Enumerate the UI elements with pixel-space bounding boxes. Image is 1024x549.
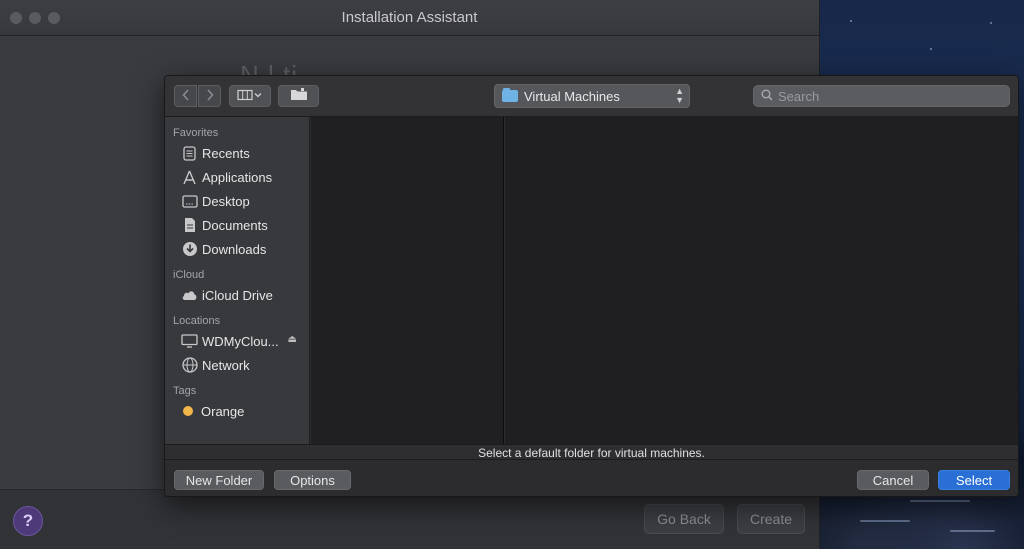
- sidebar-item-icloud-drive[interactable]: iCloud Drive: [165, 283, 309, 307]
- sidebar-item-applications[interactable]: Applications: [165, 165, 309, 189]
- orange-tag-icon: [183, 406, 193, 416]
- sidebar-item-network[interactable]: Network: [165, 353, 309, 377]
- view-options-button[interactable]: [229, 85, 271, 107]
- sidebar-item-label: Downloads: [202, 241, 267, 257]
- new-folder-button[interactable]: New Folder: [174, 470, 264, 490]
- cancel-button[interactable]: Cancel: [857, 470, 929, 490]
- sidebar-item-downloads[interactable]: Downloads: [165, 237, 309, 261]
- search-icon: [761, 89, 773, 104]
- display-icon: [181, 333, 198, 350]
- options-button[interactable]: Options: [274, 470, 351, 490]
- window-title: Installation Assistant: [341, 9, 478, 26]
- search-field[interactable]: [753, 85, 1010, 107]
- sidebar-item-label: Applications: [202, 169, 273, 185]
- forward-button[interactable]: [198, 85, 221, 107]
- go-back-button[interactable]: Go Back: [644, 504, 724, 534]
- chevron-right-icon: [206, 88, 214, 104]
- chevron-left-icon: [181, 88, 190, 104]
- location-label: Virtual Machines: [524, 88, 620, 104]
- browser-column-1[interactable]: [311, 117, 504, 444]
- clock-icon: [181, 145, 198, 162]
- icloud-header: iCloud: [173, 269, 205, 281]
- globe-icon: [181, 357, 198, 374]
- tags-header: Tags: [173, 385, 197, 397]
- download-icon: [181, 241, 198, 258]
- eject-icon[interactable]: ⏏: [288, 334, 297, 345]
- desktop-icon: [181, 193, 198, 210]
- create-button[interactable]: Create: [737, 504, 805, 534]
- sidebar-item-label: WDMyClou...: [202, 333, 279, 349]
- sidebar-item-label: Desktop: [202, 193, 250, 209]
- sidebar-item-recents[interactable]: Recents: [165, 141, 309, 165]
- locations-header: Locations: [173, 315, 221, 327]
- columns-view-icon: [237, 89, 263, 104]
- folder-icon: [290, 88, 308, 104]
- dialog-message: Select a default folder for virtual mach…: [165, 444, 1018, 460]
- sidebar-item-label: Documents: [202, 217, 268, 233]
- select-button[interactable]: Select: [938, 470, 1010, 490]
- sidebar-item-wdmycloud[interactable]: WDMyClou... ⏏: [165, 329, 309, 353]
- help-button[interactable]: ?: [13, 506, 43, 536]
- sidebar-item-desktop[interactable]: Desktop: [165, 189, 309, 213]
- browser-column-2[interactable]: [505, 117, 1018, 444]
- back-button[interactable]: [174, 85, 197, 107]
- folder-icon: [502, 88, 518, 102]
- document-icon: [181, 217, 198, 234]
- folder-chooser-dialog: Virtual Machines ▲▼ Favorites Recents Ap…: [164, 75, 1019, 497]
- title-bar: Installation Assistant: [0, 0, 819, 36]
- sidebar-item-label: Network: [202, 357, 250, 373]
- dialog-footer: New Folder Options Cancel Select: [165, 460, 1018, 496]
- sidebar-item-label: Orange: [201, 403, 245, 419]
- up-down-chevron-icon: ▲ ▼: [675, 86, 684, 105]
- help-icon: ?: [22, 511, 34, 530]
- cloud-icon: [181, 287, 198, 304]
- applications-icon: [181, 169, 198, 186]
- sidebar-item-tag-orange[interactable]: Orange: [165, 399, 309, 423]
- sidebar: Favorites Recents Applications Desktop D…: [165, 117, 310, 444]
- search-input[interactable]: [778, 88, 998, 104]
- sidebar-item-documents[interactable]: Documents: [165, 213, 309, 237]
- new-folder-toolbar-button[interactable]: [278, 85, 319, 107]
- sidebar-item-label: Recents: [202, 145, 250, 161]
- favorites-header: Favorites: [173, 127, 219, 139]
- sidebar-item-label: iCloud Drive: [202, 287, 273, 303]
- location-popup[interactable]: Virtual Machines ▲ ▼: [494, 84, 690, 108]
- dialog-toolbar: Virtual Machines ▲ ▼: [165, 76, 1018, 117]
